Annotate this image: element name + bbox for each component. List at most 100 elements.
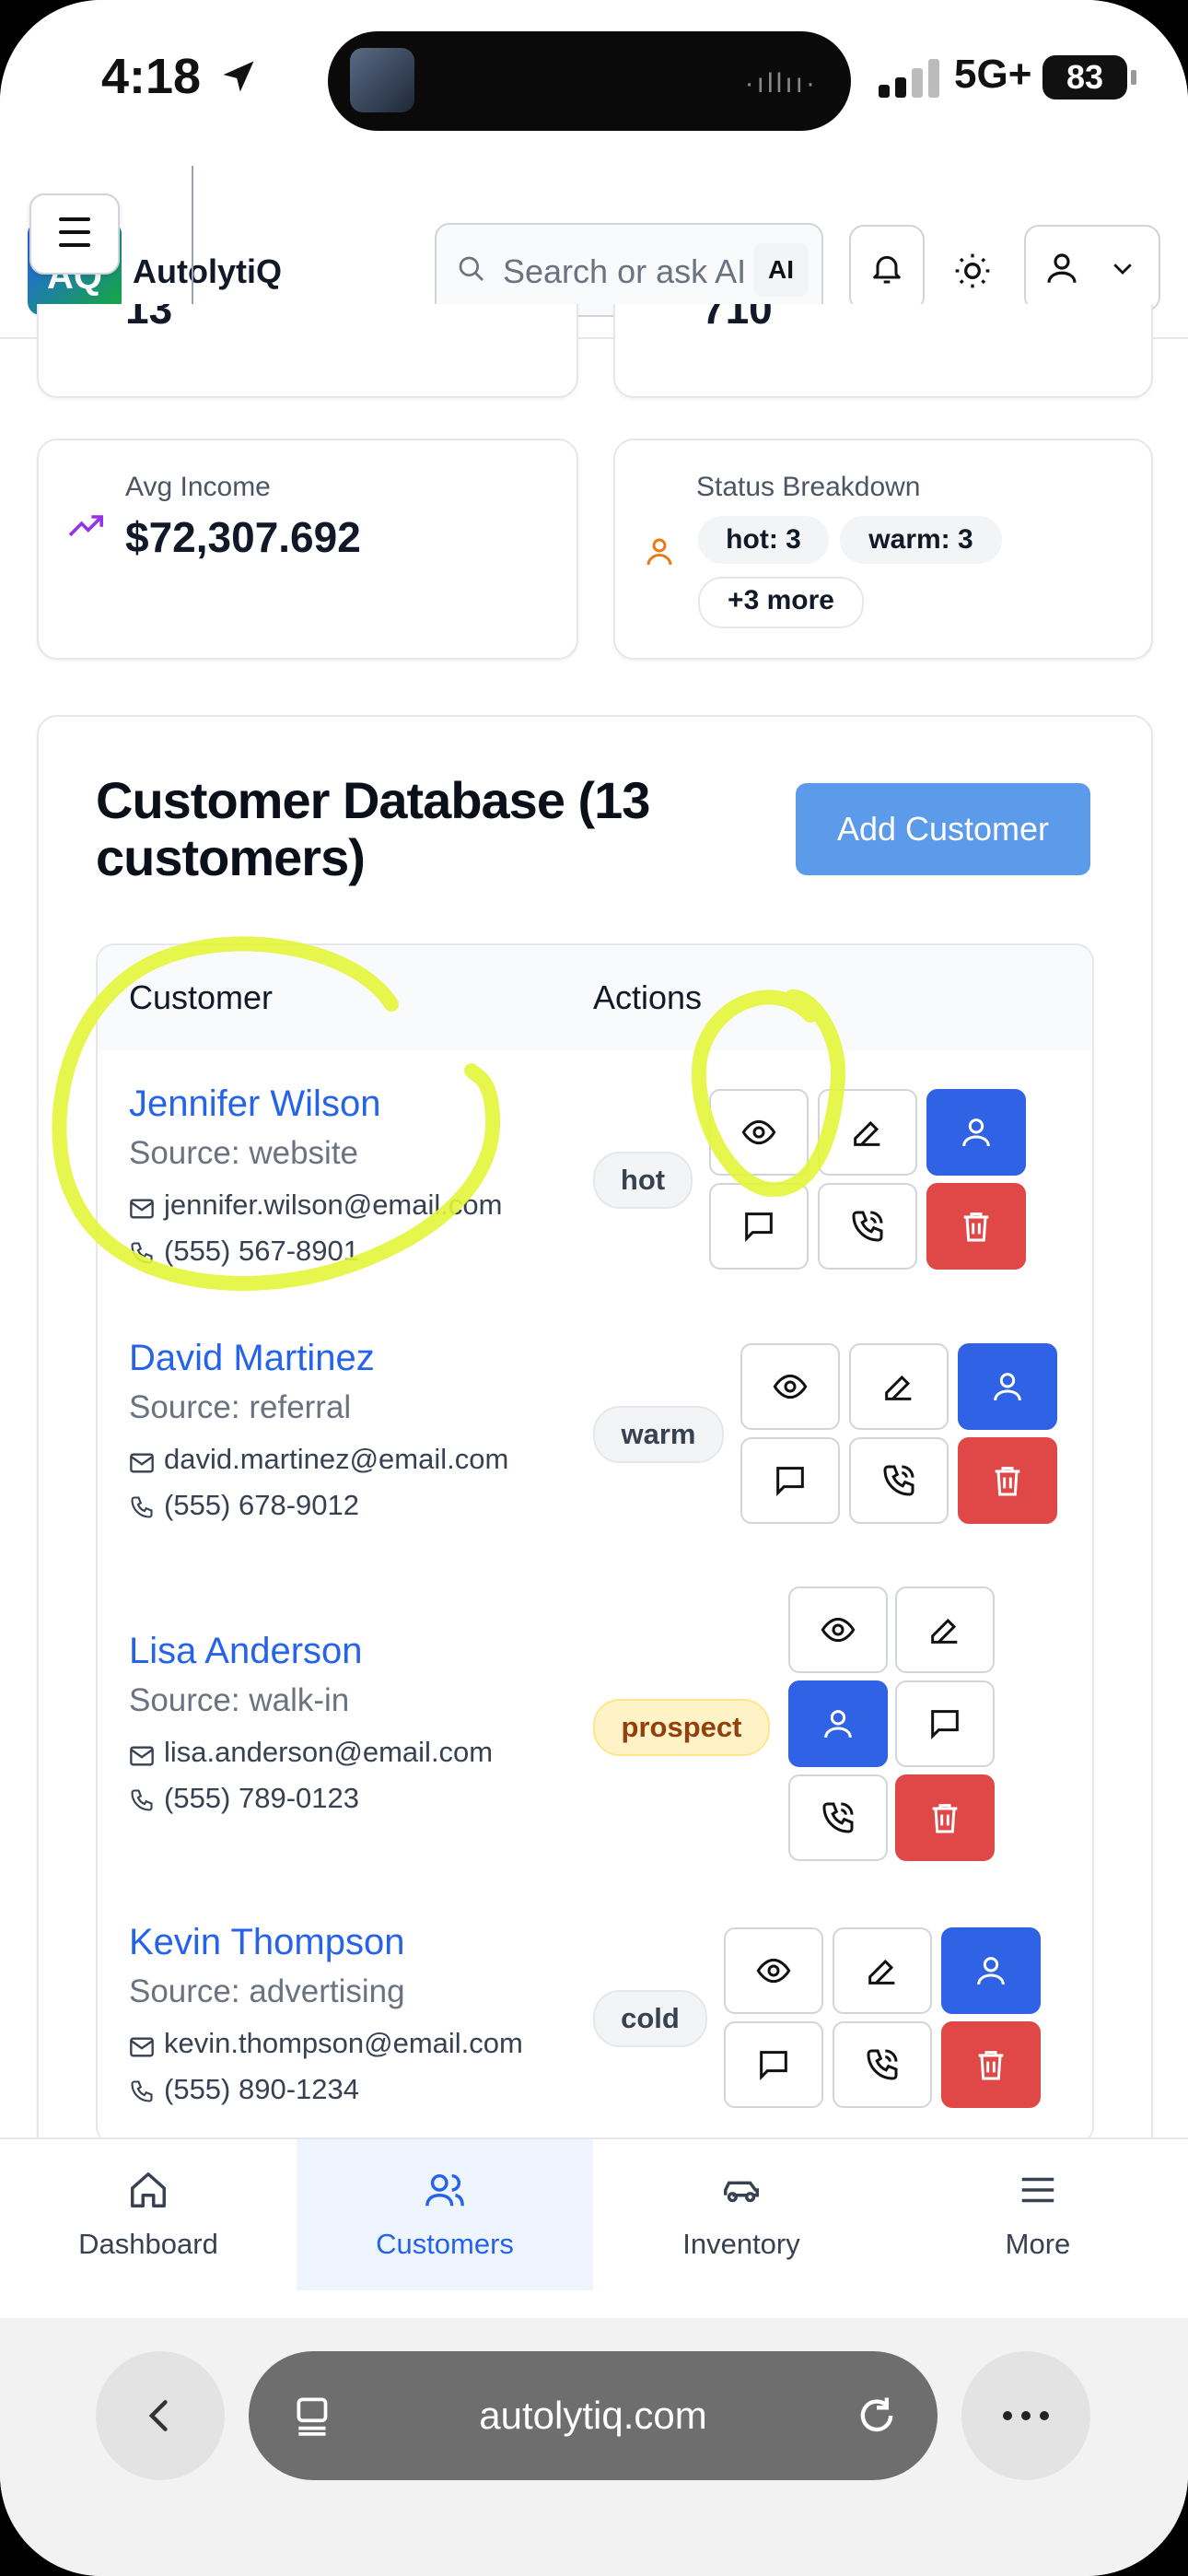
menu-icon-bar bbox=[59, 243, 90, 247]
status-time: 4:18 bbox=[101, 48, 259, 105]
message-button[interactable] bbox=[709, 1183, 809, 1270]
battery-indicator: 83 bbox=[1042, 55, 1136, 100]
status-badge: prospect bbox=[593, 1699, 770, 1756]
edit-icon bbox=[868, 1959, 895, 1985]
cellular-signal-icon bbox=[879, 59, 939, 98]
assign-user-button[interactable] bbox=[941, 1927, 1041, 2014]
hamburger-menu-button[interactable] bbox=[29, 193, 120, 275]
mail-icon bbox=[130, 2037, 154, 2057]
phone-icon bbox=[131, 1242, 153, 1264]
search-input[interactable]: Search or ask AI AI bbox=[435, 223, 823, 317]
customer-name-link[interactable]: Kevin Thompson bbox=[129, 1922, 404, 1963]
phone-icon bbox=[131, 1496, 153, 1518]
status-badge: cold bbox=[593, 1990, 707, 2047]
customer-source: Source: walk-in bbox=[129, 1682, 350, 1718]
message-icon bbox=[931, 1710, 959, 1739]
edit-button[interactable] bbox=[849, 1343, 949, 1430]
delete-button[interactable] bbox=[958, 1437, 1057, 1524]
trash-icon bbox=[963, 1212, 989, 1242]
ai-badge[interactable]: AI bbox=[753, 243, 809, 297]
view-button[interactable] bbox=[724, 1927, 823, 2014]
phone-icon bbox=[131, 2080, 153, 2102]
car-icon bbox=[724, 2181, 759, 2203]
user-icon bbox=[824, 1710, 852, 1739]
customer-phone[interactable]: (555) 567-8901 bbox=[164, 1235, 359, 1267]
status-more-pill[interactable]: +3 more bbox=[698, 577, 864, 628]
assign-user-button[interactable] bbox=[788, 1680, 888, 1767]
delete-button[interactable] bbox=[941, 2021, 1041, 2108]
customer-name-link[interactable]: David Martinez bbox=[129, 1338, 375, 1379]
customer-email[interactable]: kevin.thompson@email.com bbox=[164, 2027, 523, 2059]
phone-call-icon bbox=[852, 1211, 883, 1242]
column-header-actions: Actions bbox=[593, 978, 703, 1016]
status-badge: warm bbox=[593, 1406, 724, 1463]
stat-card-secondary: 710 bbox=[613, 304, 1153, 398]
message-button[interactable] bbox=[740, 1437, 840, 1524]
message-button[interactable] bbox=[895, 1680, 995, 1767]
edit-button[interactable] bbox=[818, 1089, 917, 1176]
customer-email[interactable]: lisa.anderson@email.com bbox=[164, 1736, 493, 1768]
edit-button[interactable] bbox=[895, 1587, 995, 1673]
call-button[interactable] bbox=[833, 2021, 932, 2108]
nav-inventory[interactable]: Inventory bbox=[593, 2139, 890, 2290]
stat-value-text: 710 bbox=[702, 304, 773, 333]
customer-email-line: jennifer.wilson@email.com bbox=[129, 1188, 502, 1222]
nav-more[interactable]: More bbox=[890, 2139, 1186, 2290]
call-button[interactable] bbox=[818, 1183, 917, 1270]
phone-screen: 4:18 ·ıllıı· 5G+ 83 AQ AutolytiQ Search … bbox=[0, 0, 1188, 2576]
mail-icon bbox=[130, 1199, 154, 1219]
assign-user-button[interactable] bbox=[958, 1343, 1057, 1430]
notifications-button[interactable] bbox=[849, 225, 925, 311]
delete-button[interactable] bbox=[926, 1183, 1026, 1270]
view-button[interactable] bbox=[788, 1587, 888, 1673]
theme-toggle-sun-icon[interactable] bbox=[952, 251, 993, 291]
customer-phone[interactable]: (555) 890-1234 bbox=[164, 2073, 359, 2105]
page-title: Customer Database (13 customers) bbox=[96, 771, 650, 886]
user-icon bbox=[646, 538, 672, 566]
nav-customers[interactable]: Customers bbox=[297, 2139, 593, 2290]
customer-phone[interactable]: (555) 789-0123 bbox=[164, 1782, 359, 1814]
brand-name: AutolytiQ bbox=[133, 252, 282, 290]
add-customer-button[interactable]: Add Customer bbox=[796, 783, 1090, 875]
stat-card-status-breakdown: Status Breakdown hot: 3 warm: 3 +3 more bbox=[613, 439, 1153, 660]
trash-icon bbox=[932, 1804, 958, 1833]
menu-icon-bar bbox=[59, 230, 90, 234]
nav-dashboard[interactable]: Dashboard bbox=[0, 2139, 297, 2290]
users-icon bbox=[425, 2173, 464, 2207]
reload-icon[interactable] bbox=[853, 2392, 901, 2440]
browser-more-button[interactable] bbox=[961, 2351, 1090, 2480]
edit-icon bbox=[854, 1120, 880, 1146]
call-button[interactable] bbox=[849, 1437, 949, 1524]
phone-call-icon bbox=[822, 1802, 854, 1833]
customer-phone-line: (555) 789-0123 bbox=[129, 1782, 359, 1815]
user-menu-button[interactable] bbox=[1024, 225, 1160, 311]
eye-icon bbox=[741, 1119, 776, 1145]
browser-back-button[interactable] bbox=[96, 2351, 225, 2480]
delete-button[interactable] bbox=[895, 1774, 995, 1861]
mail-icon bbox=[130, 1453, 154, 1473]
message-button[interactable] bbox=[724, 2021, 823, 2108]
customer-phone[interactable]: (555) 678-9012 bbox=[164, 1489, 359, 1521]
message-icon bbox=[745, 1212, 773, 1242]
customer-phone-line: (555) 890-1234 bbox=[129, 2073, 359, 2106]
call-button[interactable] bbox=[788, 1774, 888, 1861]
table-row: Kevin Thompson Source: advertising kevin… bbox=[98, 1889, 1092, 2143]
status-bar: 4:18 ·ıllıı· 5G+ 83 bbox=[0, 0, 1188, 157]
customer-name-link[interactable]: Jennifer Wilson bbox=[129, 1083, 380, 1125]
customer-email[interactable]: jennifer.wilson@email.com bbox=[164, 1188, 502, 1221]
view-button[interactable] bbox=[740, 1343, 840, 1430]
location-arrow-icon bbox=[223, 61, 254, 92]
customer-email[interactable]: david.martinez@email.com bbox=[164, 1443, 508, 1475]
customer-source: Source: website bbox=[129, 1135, 359, 1171]
message-icon bbox=[760, 2051, 787, 2080]
customer-email-line: lisa.anderson@email.com bbox=[129, 1736, 493, 1769]
network-type: 5G+ bbox=[954, 52, 1032, 97]
edit-button[interactable] bbox=[833, 1927, 932, 2014]
menu-icon bbox=[1021, 2177, 1054, 2203]
assign-user-button[interactable] bbox=[926, 1089, 1026, 1176]
customer-name-link[interactable]: Lisa Anderson bbox=[129, 1631, 363, 1672]
address-bar[interactable]: autolytiq.com bbox=[249, 2351, 938, 2480]
view-button[interactable] bbox=[709, 1089, 809, 1176]
customer-phone-line: (555) 678-9012 bbox=[129, 1489, 359, 1522]
customer-email-line: kevin.thompson@email.com bbox=[129, 2027, 523, 2060]
